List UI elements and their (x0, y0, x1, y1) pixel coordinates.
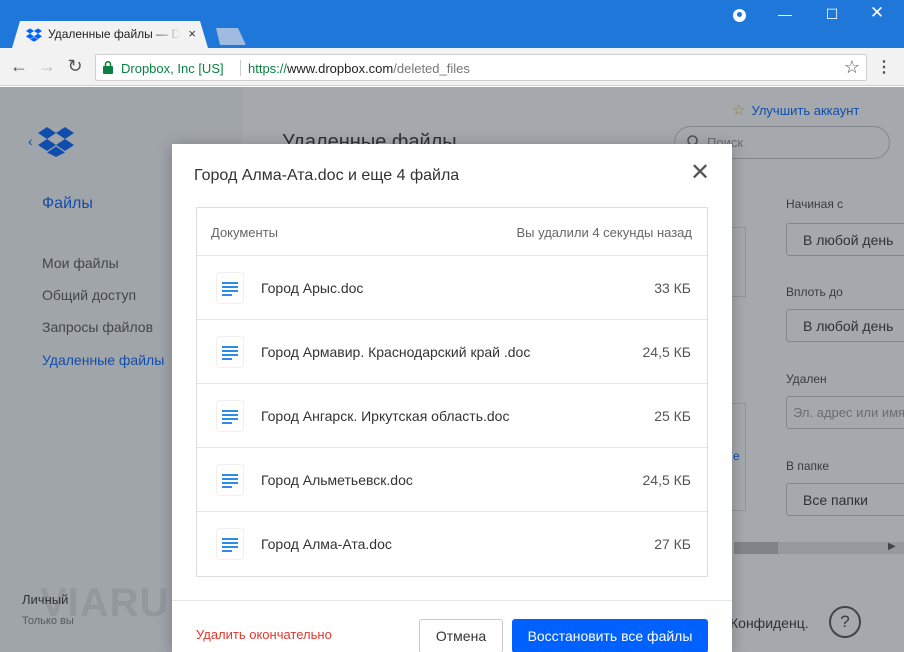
list-item[interactable]: Город Арыс.doc 33 КБ (197, 256, 707, 320)
url-scheme: https:// (248, 61, 288, 76)
document-icon (217, 337, 243, 367)
document-icon (217, 529, 243, 559)
url-host: www.dropbox.com (287, 61, 394, 76)
browser-menu-icon[interactable]: ⋮ (876, 57, 892, 77)
file-size: 24,5 КБ (642, 344, 691, 360)
list-header: Документы Вы удалили 4 секунды назад (197, 208, 707, 256)
document-icon (217, 465, 243, 495)
bookmark-star-icon[interactable]: ☆ (844, 57, 860, 78)
file-size: 24,5 КБ (642, 472, 691, 488)
browser-titlebar: Удаленные файлы — Dropbox × — ☐ ✕ (0, 0, 904, 48)
file-name: Город Ангарск. Иркутская область.doc (261, 408, 510, 424)
document-icon (217, 273, 243, 303)
url-text[interactable]: https://www.dropbox.com/deleted_files (248, 61, 470, 76)
dialog-footer: Удалить окончательно Отмена Восстановить… (172, 600, 732, 652)
browser-tab[interactable]: Удаленные файлы — Dropbox × (12, 21, 208, 48)
cancel-button[interactable]: Отмена (419, 619, 503, 652)
deleted-files-list: Документы Вы удалили 4 секунды назад Гор… (196, 207, 708, 577)
profile-icon[interactable] (724, 6, 754, 22)
file-name: Город Алма-Ата.doc (261, 536, 392, 552)
list-item[interactable]: Город Ангарск. Иркутская область.doc 25 К… (197, 384, 707, 448)
restore-all-button[interactable]: Восстановить все файлы (512, 619, 708, 652)
list-item[interactable]: Город Армавир. Краснодарский край .doc 24… (197, 320, 707, 384)
file-size: 25 КБ (654, 408, 691, 424)
close-window-button[interactable]: ✕ (862, 3, 892, 23)
lock-icon (103, 61, 113, 74)
tab-close-icon[interactable]: × (188, 26, 196, 41)
file-name: Город Арыс.doc (261, 280, 364, 296)
url-path: /deleted_files (393, 61, 470, 76)
reload-icon[interactable]: ↻ (64, 56, 86, 76)
file-size: 27 КБ (654, 536, 691, 552)
file-size: 33 КБ (654, 280, 691, 296)
list-header-documents: Документы (211, 225, 279, 240)
file-name: Город Армавир. Краснодарский край .doc (261, 344, 531, 360)
dialog-title: Город Алма-Ата.doc и еще 4 файла (194, 167, 460, 184)
file-name: Город Альметьевск.doc (261, 472, 413, 488)
secure-label: Dropbox, Inc [US] (121, 61, 224, 76)
browser-toolbar: ← → ↻ Dropbox, Inc [US] https://www.drop… (0, 48, 904, 86)
dropbox-favicon-icon (26, 28, 42, 42)
delete-permanently-link[interactable]: Удалить окончательно (196, 627, 332, 642)
address-divider (240, 60, 241, 76)
maximize-button[interactable]: ☐ (817, 6, 847, 23)
tab-title: Удаленные файлы — Dropbox (48, 27, 180, 41)
new-tab-button[interactable] (212, 28, 246, 45)
minimize-button[interactable]: — (770, 6, 800, 22)
close-icon[interactable]: ✕ (690, 161, 710, 185)
address-bar[interactable]: Dropbox, Inc [US] https://www.dropbox.co… (95, 54, 867, 81)
list-item[interactable]: Город Алма-Ата.doc 27 КБ (197, 512, 707, 576)
list-header-deleted-time: Вы удалили 4 секунды назад (516, 225, 692, 240)
forward-arrow-icon[interactable]: → (36, 56, 58, 76)
document-icon (217, 401, 243, 431)
restore-files-dialog: Город Алма-Ата.doc и еще 4 файла ✕ Докум… (172, 144, 732, 652)
back-arrow-icon[interactable]: ← (8, 56, 30, 76)
list-item[interactable]: Город Альметьевск.doc 24,5 КБ (197, 448, 707, 512)
